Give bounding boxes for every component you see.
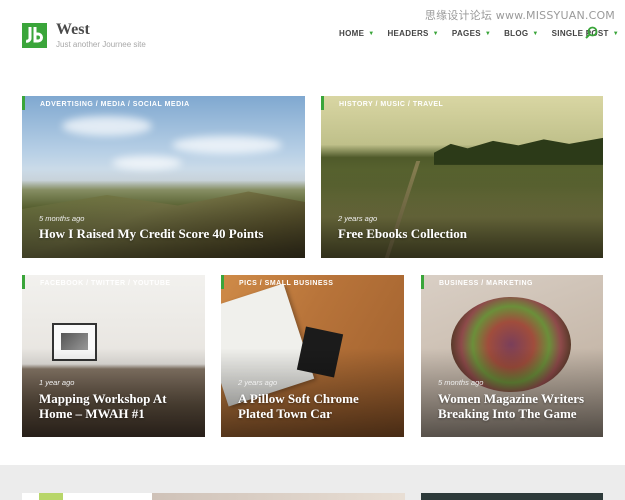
watermark-text: 思缘设计论坛 www.MISSYUAN.COM	[424, 9, 615, 22]
post-date: 2 years ago	[338, 214, 378, 223]
post-categories[interactable]: HISTORY / MUSIC / TRAVEL	[339, 101, 443, 108]
nav-item-home[interactable]: HOME ▼	[339, 29, 374, 38]
post-date: 5 months ago	[438, 378, 484, 387]
next-section-tile[interactable]	[152, 493, 405, 500]
post-title[interactable]: How I Raised My Credit Score 40 Points	[39, 226, 291, 241]
post-title[interactable]: Women Magazine Writers Breaking Into The…	[438, 391, 589, 421]
post-card[interactable]: PICS / SMALL BUSINESS 2 years ago A Pill…	[221, 275, 404, 437]
chevron-down-icon: ▼	[432, 30, 439, 37]
post-card[interactable]: ADVERTISING / MEDIA / SOCIAL MEDIA 5 mon…	[22, 96, 305, 258]
post-categories[interactable]: BUSINESS / MARKETING	[439, 280, 533, 287]
search-icon[interactable]	[585, 26, 598, 39]
nav-item-label: SINGLE POST	[551, 29, 609, 38]
category-accent	[22, 275, 25, 289]
nav-item-label: PAGES	[451, 29, 481, 38]
site-logo[interactable]	[22, 23, 47, 48]
category-accent	[221, 275, 224, 289]
post-title[interactable]: Free Ebooks Collection	[338, 226, 589, 241]
post-card[interactable]: BUSINESS / MARKETING 5 months ago Women …	[421, 275, 603, 437]
nav-item-pages[interactable]: PAGES ▼	[452, 29, 491, 38]
nav-item-label: BLOG	[504, 29, 529, 38]
nav-item-label: HOME	[339, 29, 365, 38]
chevron-down-icon: ▼	[612, 30, 619, 37]
site-title[interactable]: West	[56, 21, 90, 39]
post-card[interactable]: FACEBOOK / TWITTER / YOUTUBE 1 year ago …	[22, 275, 205, 437]
post-date: 5 months ago	[39, 214, 85, 223]
jb-logo-icon	[25, 25, 44, 50]
post-title[interactable]: A Pillow Soft Chrome Plated Town Car	[238, 391, 390, 421]
category-accent	[22, 96, 25, 110]
post-categories[interactable]: PICS / SMALL BUSINESS	[239, 280, 333, 287]
category-accent	[321, 96, 324, 110]
post-title[interactable]: Mapping Workshop At Home – MWAH #1	[39, 391, 191, 421]
next-section-tile[interactable]	[22, 493, 152, 500]
post-date: 1 year ago	[39, 378, 75, 387]
nav-item-blog[interactable]: BLOG ▼	[504, 29, 539, 38]
next-section-tile[interactable]	[421, 493, 603, 500]
chevron-down-icon: ▼	[368, 30, 375, 37]
site-tagline: Just another Journee site	[56, 40, 146, 49]
post-card[interactable]: HISTORY / MUSIC / TRAVEL 2 years ago Fre…	[321, 96, 603, 258]
post-categories[interactable]: ADVERTISING / MEDIA / SOCIAL MEDIA	[40, 101, 190, 108]
category-accent	[421, 275, 424, 289]
chevron-down-icon: ▼	[484, 30, 492, 37]
nav-item-label: HEADERS	[387, 29, 429, 38]
chevron-down-icon: ▼	[532, 30, 539, 37]
post-categories[interactable]: FACEBOOK / TWITTER / YOUTUBE	[40, 280, 171, 287]
post-date: 2 years ago	[238, 378, 278, 387]
main-nav: HOME ▼ HEADERS ▼ PAGES ▼ BLOG ▼ SINGLE P…	[339, 29, 625, 38]
nav-item-headers[interactable]: HEADERS ▼	[387, 29, 438, 38]
